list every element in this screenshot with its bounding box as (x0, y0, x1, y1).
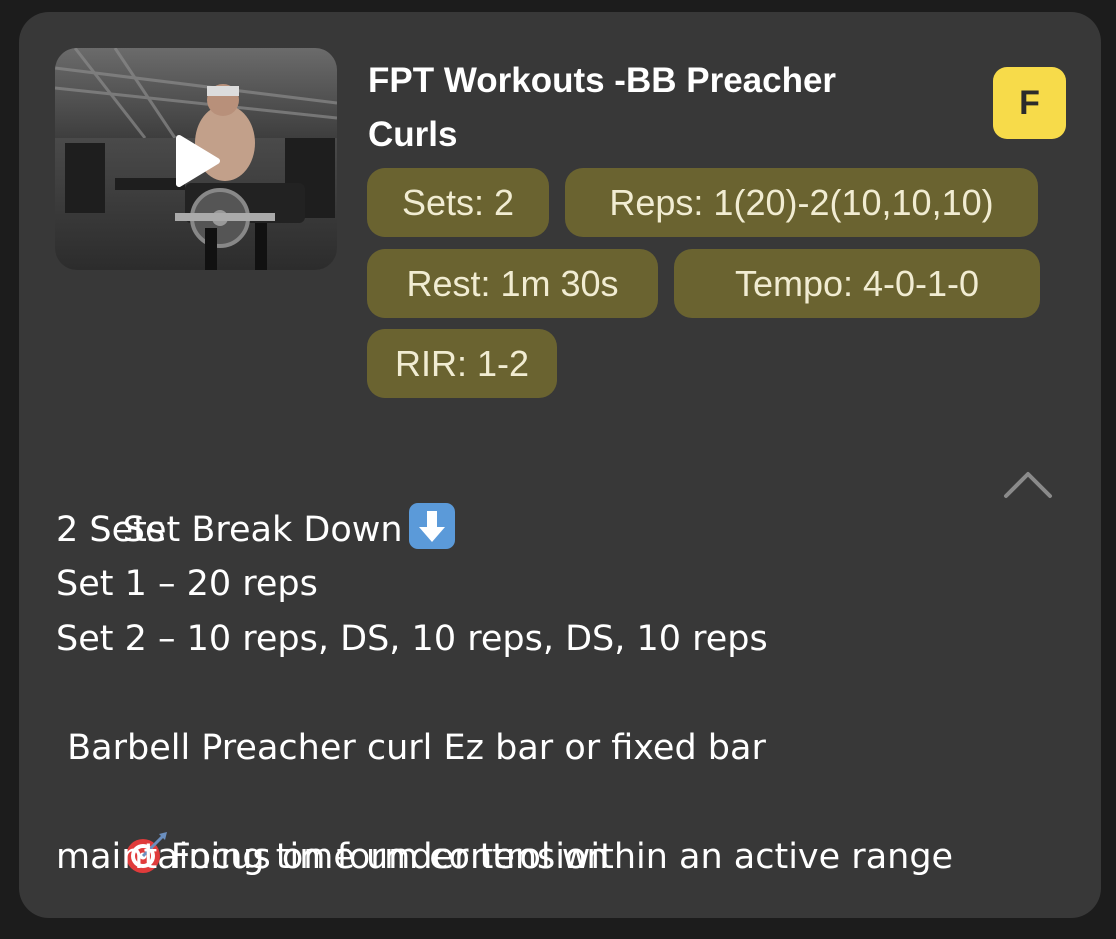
description-line: Set 1 – 20 reps (56, 564, 318, 604)
reps-chip: Reps: 1(20)-2(10,10,10) (565, 168, 1038, 237)
down-arrow-emoji-icon (408, 502, 455, 549)
description-line: Set 2 – 10 reps, DS, 10 reps, DS, 10 rep… (56, 618, 768, 659)
set-breakdown-text: Set Break Down 2 Sets Set 1 – 20 reps Se… (56, 448, 1056, 884)
workout-title: FPT Workouts -BB Preacher Curls (368, 61, 837, 154)
video-thumbnail[interactable] (55, 48, 337, 270)
rir-chip: RIR: 1-2 (367, 329, 557, 398)
rest-chip: Rest: 1m 30s (367, 249, 658, 318)
tempo-chip: Tempo: 4-0-1-0 (674, 249, 1040, 318)
play-icon[interactable] (173, 134, 221, 188)
category-badge: F (993, 67, 1066, 139)
description-blank-line (56, 666, 1056, 721)
description-line: Barbell Preacher curl Ez bar or fixed ba… (56, 727, 766, 768)
exercise-card: FPT Workouts -BB Preacher Curls F Sets: … (19, 12, 1101, 918)
sets-chip: Sets: 2 (367, 168, 549, 237)
